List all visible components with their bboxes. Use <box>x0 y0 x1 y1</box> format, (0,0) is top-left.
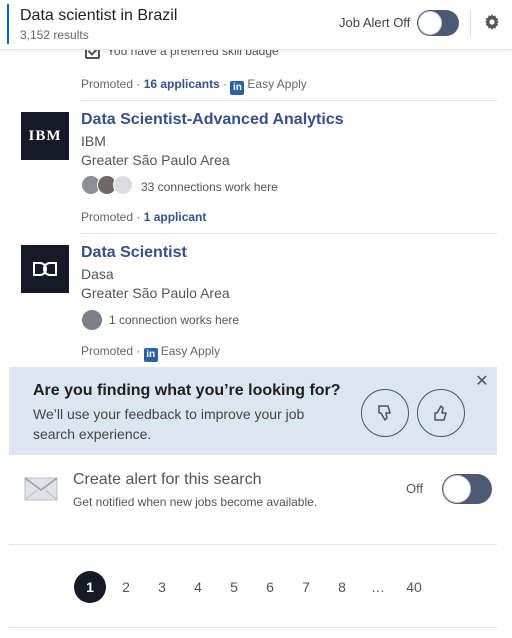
header-accent-bar <box>7 4 9 44</box>
gear-icon[interactable] <box>484 13 500 31</box>
toggle-knob <box>443 475 471 503</box>
promoted-label: Promoted · <box>81 77 141 91</box>
promoted-label: Promoted · <box>81 344 141 358</box>
feedback-question: Are you finding what you’re looking for? <box>33 382 341 399</box>
applicant-count: 16 applicants <box>143 77 220 91</box>
page-1-button[interactable]: 1 <box>74 571 106 603</box>
thumbs-down-icon <box>378 405 391 421</box>
linkedin-icon: in <box>230 81 245 95</box>
page-6-button[interactable]: 6 <box>254 571 286 603</box>
page-4-button[interactable]: 4 <box>182 571 214 603</box>
page-8-button[interactable]: 8 <box>326 571 358 603</box>
job-alert-toggle[interactable] <box>417 10 459 36</box>
page-40-button[interactable]: 40 <box>398 571 430 603</box>
ibm-logo-text: IBM <box>28 127 62 144</box>
job-footer: Promoted · 1 applicant <box>81 210 206 224</box>
search-header: Data scientist in Brazil 3,152 results J… <box>0 0 512 50</box>
connections-text[interactable]: 33 connections work here <box>141 180 278 194</box>
page-3-button[interactable]: 3 <box>146 571 178 603</box>
header-divider <box>470 10 471 36</box>
thumbs-up-button[interactable] <box>417 389 465 437</box>
job-title-link[interactable]: Data Scientist-Advanced Analytics <box>81 111 344 129</box>
easy-apply-label: Easy Apply <box>247 77 307 91</box>
job-title-link[interactable]: Data Scientist <box>81 244 187 262</box>
thumbs-up-icon <box>434 405 447 421</box>
page-5-button[interactable]: 5 <box>218 571 250 603</box>
create-alert-section: Create alert for this search Get notifie… <box>9 455 497 545</box>
toggle-knob <box>418 11 442 35</box>
promoted-label: Promoted · <box>81 210 141 224</box>
create-alert-toggle[interactable] <box>442 474 492 504</box>
feedback-subtitle: We’ll use your feedback to improve your … <box>33 406 305 442</box>
card-divider <box>81 100 497 101</box>
linkedin-icon: in <box>143 348 158 362</box>
page-ellipsis-button[interactable]: … <box>362 571 394 603</box>
page-7-button[interactable]: 7 <box>290 571 322 603</box>
envelope-icon <box>24 477 58 501</box>
alert-state-label: Off <box>406 481 424 496</box>
close-icon[interactable]: ✕ <box>475 374 489 390</box>
page-2-button[interactable]: 2 <box>110 571 142 603</box>
create-alert-subtitle: Get notified when new jobs become availa… <box>73 495 318 509</box>
dasa-logo-mark <box>33 262 57 276</box>
search-title: Data scientist in Brazil <box>20 7 178 24</box>
company-name[interactable]: IBM <box>81 133 106 149</box>
job-location: Greater São Paulo Area <box>81 152 230 168</box>
easy-apply-label: Easy Apply <box>160 344 221 358</box>
job-location: Greater São Paulo Area <box>81 285 230 301</box>
ibm-logo[interactable]: IBM <box>21 112 69 160</box>
results-count: 3,152 results <box>20 28 89 42</box>
connection-avatar <box>113 175 133 195</box>
connections-text[interactable]: 1 connection works here <box>109 313 239 327</box>
pagination: 1 2 3 4 5 6 7 8 … 40 <box>9 546 497 628</box>
dasa-logo[interactable] <box>21 245 69 293</box>
card-divider <box>81 233 497 234</box>
job-footer-partial: Promoted · 16 applicants · in Easy Apply <box>81 77 307 95</box>
connection-avatar <box>81 309 103 331</box>
applicant-count: 1 applicant <box>143 210 207 224</box>
separator: · <box>223 77 228 91</box>
feedback-banner: Are you finding what you’re looking for?… <box>9 367 497 455</box>
thumbs-down-button[interactable] <box>361 389 409 437</box>
create-alert-title: Create alert for this search <box>73 471 262 488</box>
job-footer: Promoted · in Easy Apply <box>81 344 220 362</box>
company-name[interactable]: Dasa <box>81 266 114 282</box>
job-alert-label: Job Alert Off <box>339 15 411 30</box>
